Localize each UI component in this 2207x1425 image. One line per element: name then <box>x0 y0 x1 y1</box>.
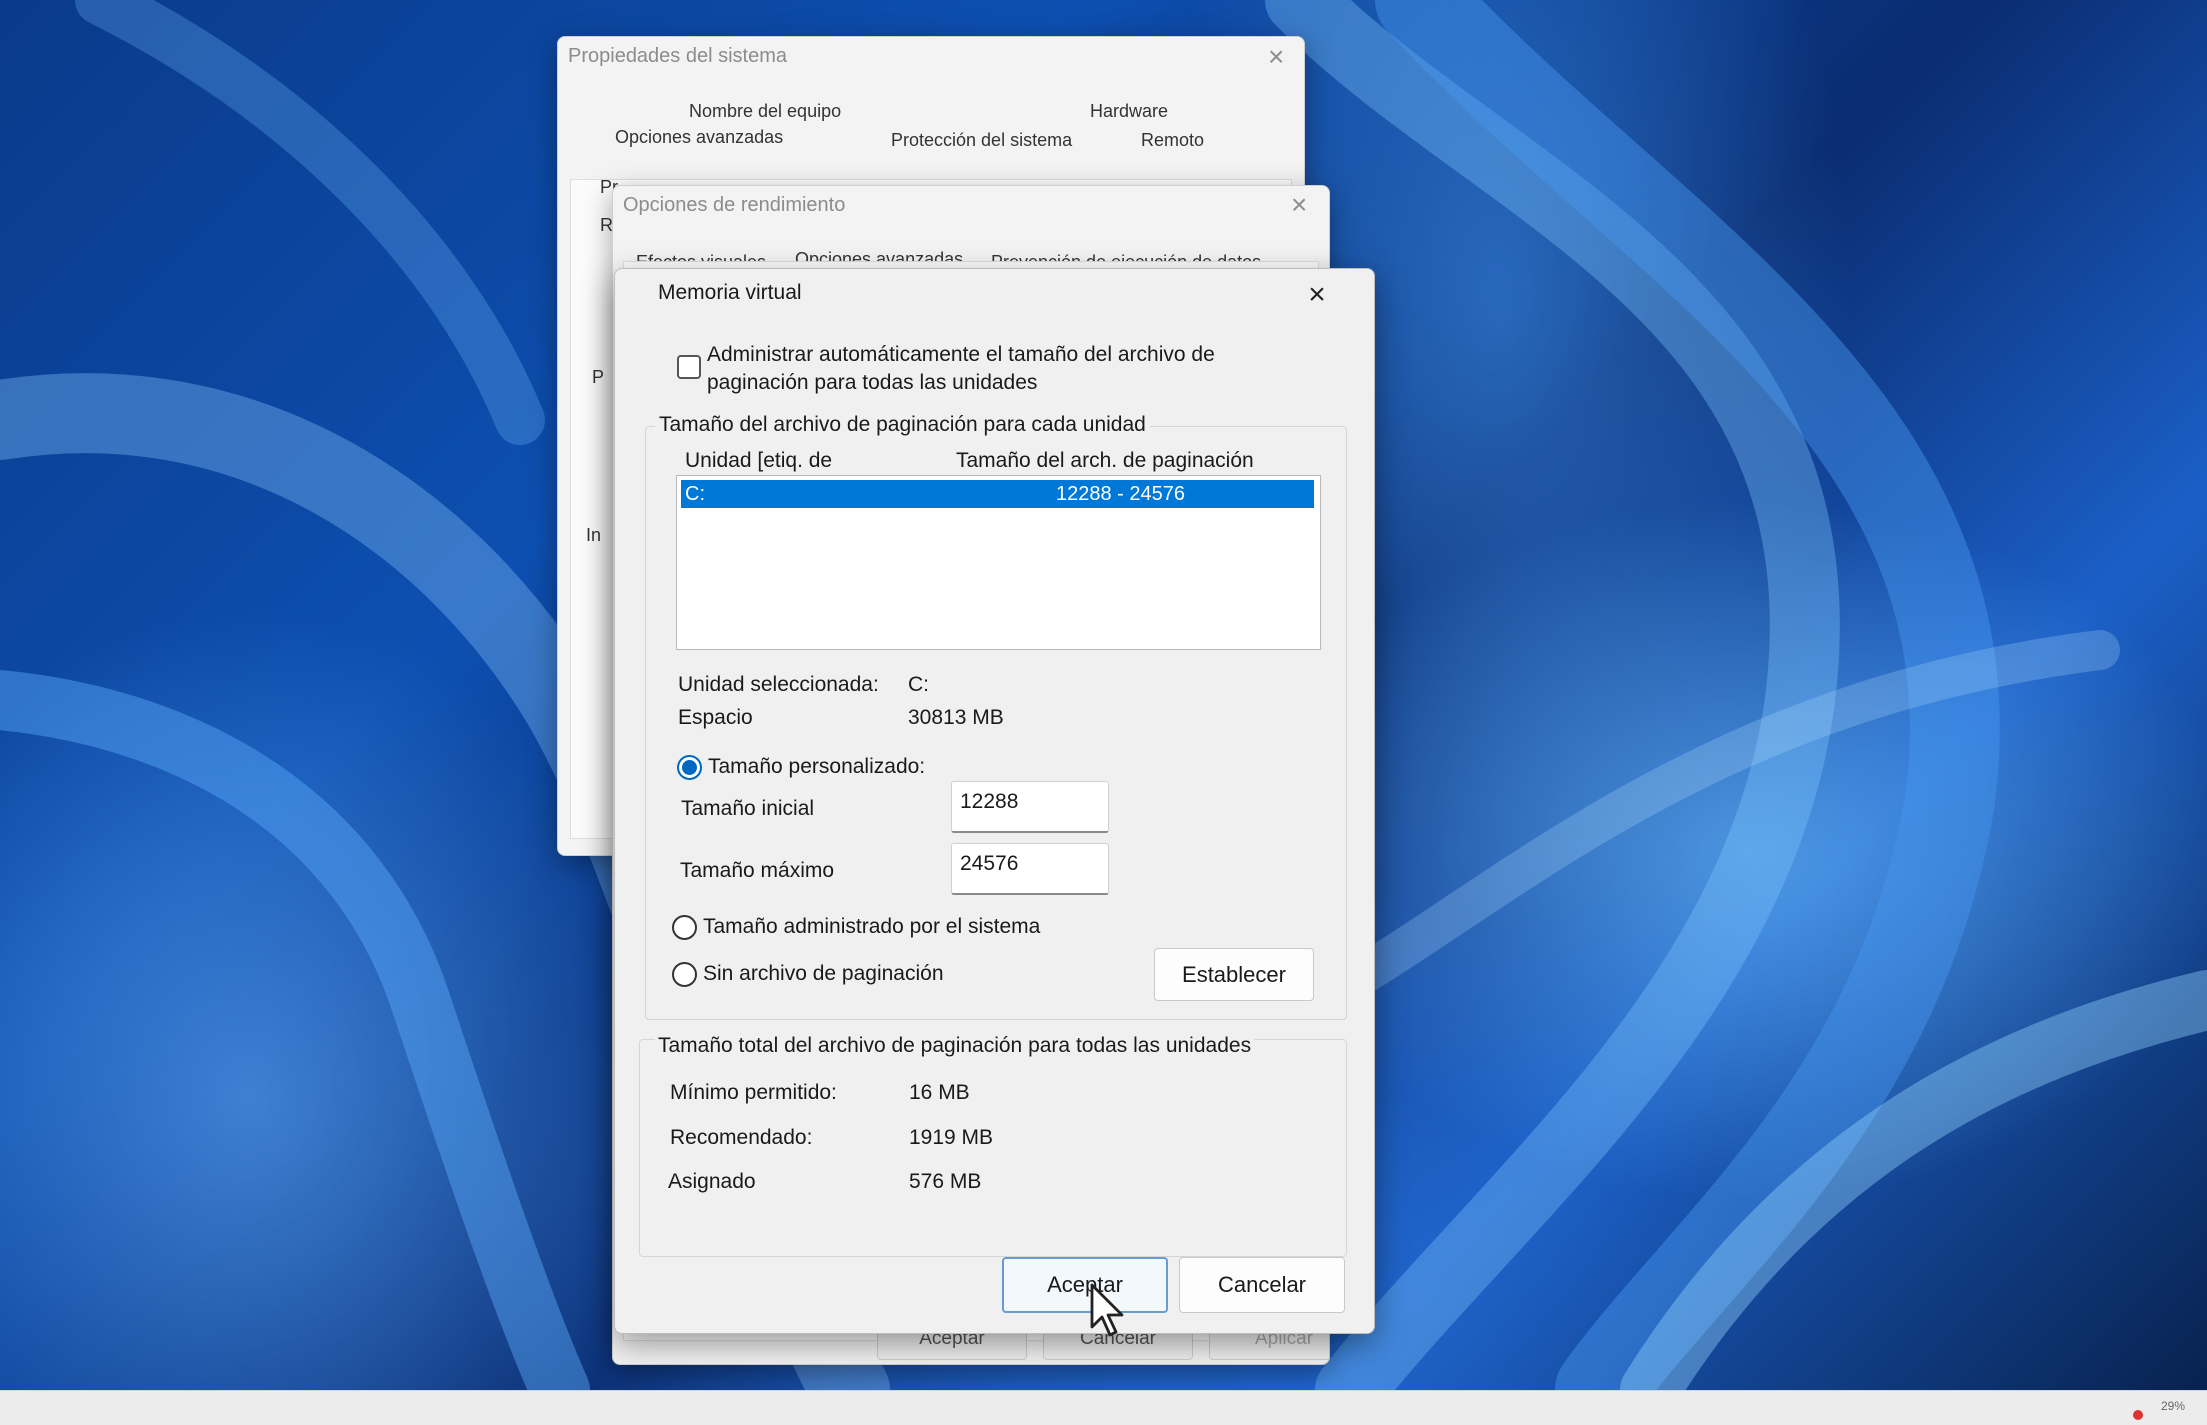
ok-button[interactable]: Aceptar <box>1002 1257 1168 1313</box>
system-properties-title: Propiedades del sistema <box>568 45 788 67</box>
close-icon[interactable]: × <box>1268 43 1284 71</box>
taskbar: 29% <box>0 1390 2207 1425</box>
performance-options-title: Opciones de rendimiento <box>623 194 846 216</box>
drive-paging-size: 12288 - 24576 <box>1056 483 1186 505</box>
close-icon[interactable]: × <box>1291 191 1307 219</box>
space-value: 30813 MB <box>908 706 1004 729</box>
allocated-label: Asignado <box>668 1170 756 1193</box>
space-label: Espacio <box>678 706 753 729</box>
system-managed-label: Tamaño administrado por el sistema <box>703 915 1041 938</box>
allocated-value: 576 MB <box>909 1170 982 1193</box>
tab-system-protection[interactable]: Protección del sistema <box>891 130 1072 151</box>
tab-hardware[interactable]: Hardware <box>1090 101 1168 122</box>
drive-letter: C: <box>685 483 705 505</box>
system-managed-radio[interactable] <box>672 915 697 940</box>
column-header-size[interactable]: Tamaño del arch. de paginación <box>956 449 1254 473</box>
virtual-memory-dialog: Memoria virtual × Administrar automática… <box>614 268 1375 1334</box>
mouse-pointer-icon <box>1090 1283 1124 1337</box>
set-button[interactable]: Establecer <box>1154 948 1314 1001</box>
battery-indicator[interactable]: 29% <box>2161 1399 2185 1413</box>
list-item[interactable]: C: 12288 - 24576 <box>681 480 1314 508</box>
total-group-label: Tamaño total del archivo de paginación p… <box>655 1034 1255 1058</box>
per-drive-group-label: Tamaño del archivo de paginación para ca… <box>655 413 1150 437</box>
tab-remote[interactable]: Remoto <box>1141 130 1204 151</box>
no-paging-radio[interactable] <box>672 962 697 987</box>
tab-advanced-options[interactable]: Opciones avanzadas <box>615 127 783 148</box>
recommended-label: Recomendado: <box>670 1126 813 1149</box>
notification-icon[interactable] <box>2133 1410 2143 1420</box>
clipped-text: P <box>592 367 605 387</box>
minimum-allowed-label: Mínimo permitido: <box>670 1081 837 1104</box>
close-icon[interactable]: × <box>1291 275 1343 315</box>
auto-manage-checkbox[interactable] <box>677 355 701 379</box>
drive-list[interactable]: C: 12288 - 24576 <box>676 475 1321 650</box>
custom-size-label: Tamaño personalizado: <box>708 755 926 778</box>
initial-size-label: Tamaño inicial <box>681 797 815 820</box>
minimum-allowed-value: 16 MB <box>909 1081 970 1104</box>
auto-manage-label-line2: paginación para todas las unidades <box>707 371 1038 394</box>
tab-computer-name[interactable]: Nombre del equipo <box>689 101 841 122</box>
maximum-size-label: Tamaño máximo <box>680 859 835 882</box>
selected-drive-value: C: <box>908 673 929 696</box>
maximum-size-input[interactable]: 24576 <box>951 843 1109 895</box>
cancel-button[interactable]: Cancelar <box>1179 1257 1345 1313</box>
no-paging-label: Sin archivo de paginación <box>703 962 944 985</box>
column-header-drive[interactable]: Unidad [etiq. de <box>685 449 832 473</box>
virtual-memory-title: Memoria virtual <box>658 281 802 304</box>
auto-manage-label-line1: Administrar automáticamente el tamaño de… <box>707 343 1215 366</box>
custom-size-radio[interactable] <box>677 755 702 780</box>
initial-size-input[interactable]: 12288 <box>951 781 1109 833</box>
recommended-value: 1919 MB <box>909 1126 994 1149</box>
clipped-text: In <box>586 525 602 545</box>
selected-drive-label: Unidad seleccionada: <box>678 673 879 696</box>
